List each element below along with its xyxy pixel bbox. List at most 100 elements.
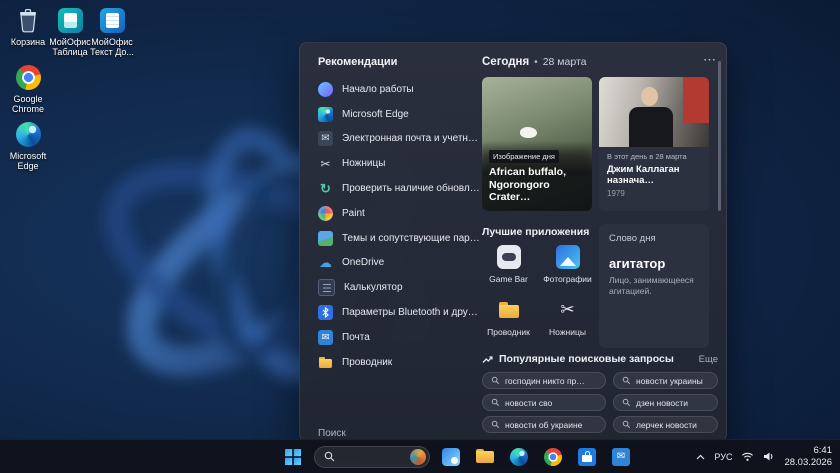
recommendation-item-bluetooth[interactable]: Параметры Bluetooth и другие пара... — [318, 300, 480, 325]
taskbar-icon-widgets[interactable] — [438, 444, 464, 470]
panel-scrollbar[interactable] — [718, 61, 721, 211]
app-label: Фотографии — [543, 274, 592, 284]
today-date: 28 марта — [543, 56, 587, 68]
image-of-day-card[interactable]: Изображение дня African buffalo, Ngorong… — [482, 77, 592, 211]
image-of-day-kicker: Изображение дня — [489, 150, 559, 163]
app-tile-photos[interactable]: Фотографии — [541, 244, 594, 284]
trending-header: Популярные поисковые запросы Еще — [482, 353, 718, 365]
recommendation-item-mail[interactable]: ✉ Почта — [318, 325, 480, 350]
onedrive-icon: ☁ — [318, 255, 333, 270]
recommendation-item-onedrive[interactable]: ☁ OneDrive — [318, 251, 480, 276]
taskbar-icon-file-explorer[interactable] — [472, 444, 498, 470]
trending-chips: господин никто пр… новости украины новос… — [482, 372, 718, 433]
on-this-day-card[interactable]: В этот день в 28 марта Джим Каллаган наз… — [599, 77, 709, 211]
file-explorer-icon — [475, 449, 495, 465]
search-icon — [491, 420, 500, 429]
snipping-tool-icon: ✂ — [318, 156, 333, 171]
recommendation-item-paint[interactable]: Paint — [318, 201, 480, 226]
search-suggestion-chip[interactable]: лерчек новости — [613, 416, 718, 433]
volume-icon[interactable] — [763, 451, 775, 462]
file-explorer-icon — [496, 297, 522, 323]
store-icon — [578, 448, 596, 466]
desktop-icon-google-chrome[interactable]: Google Chrome — [4, 62, 52, 115]
recommendation-item-check-updates[interactable]: ↻ Проверить наличие обновлений — [318, 176, 480, 201]
recommendation-label: Проверить наличие обновлений — [342, 183, 480, 194]
desktop-icon-myoffice-text[interactable]: МойОфис Текст До... — [88, 5, 136, 58]
snipping-tool-icon: ✂ — [555, 297, 581, 323]
chip-label: дзен новости — [636, 398, 688, 408]
taskbar-search-input[interactable] — [314, 446, 430, 468]
photo-shape — [629, 107, 673, 147]
app-tile-snipping-tool[interactable]: ✂ Ножницы — [541, 297, 594, 337]
taskbar-icon-mail[interactable]: ✉ — [608, 444, 634, 470]
chip-label: новости украины — [636, 376, 703, 386]
search-suggestion-chip[interactable]: новости об украине — [482, 416, 606, 433]
file-explorer-icon — [318, 355, 333, 370]
title-line: African buffalo, — [489, 166, 585, 179]
taskbar-icon-microsoft-edge[interactable] — [506, 444, 532, 470]
search-suggestion-chip[interactable]: новости украины — [613, 372, 718, 389]
taskbar-icon-microsoft-store[interactable] — [574, 444, 600, 470]
myoffice-spreadsheet-icon — [46, 5, 94, 35]
top-apps-title: Лучшие приложения — [482, 226, 589, 238]
more-options-icon[interactable]: ⋯ — [703, 52, 716, 68]
app-label: Ножницы — [549, 327, 586, 337]
edge-icon — [510, 448, 528, 466]
language-indicator[interactable]: РУС — [714, 452, 732, 462]
chrome-icon — [4, 62, 52, 92]
taskbar-icon-google-chrome[interactable] — [540, 444, 566, 470]
search-suggestion-chip[interactable]: дзен новости — [613, 394, 718, 411]
today-section: Сегодня • 28 марта ⋯ Изображение дня Afr… — [482, 56, 718, 436]
search-highlight-icon[interactable] — [410, 449, 426, 465]
tray-chevron-up-icon[interactable] — [696, 454, 705, 460]
trending-more-link[interactable]: Еще — [699, 354, 718, 365]
desktop-icon-recycle-bin[interactable]: Корзина — [4, 5, 52, 47]
recommendation-item-themes[interactable]: Темы и сопутствующие параметры — [318, 226, 480, 251]
mail-icon: ✉ — [612, 448, 630, 466]
desktop-icon-label: МойОфис Таблица — [46, 37, 94, 58]
app-tile-game-bar[interactable]: Game Bar — [482, 244, 535, 284]
desktop-icon-microsoft-edge[interactable]: Microsoft Edge — [4, 119, 52, 172]
trending-title: Популярные поисковые запросы — [499, 353, 693, 365]
taskbar-clock[interactable]: 6:41 28.03.2026 — [784, 445, 832, 469]
tray-date: 28.03.2026 — [784, 457, 832, 469]
chrome-icon — [544, 448, 562, 466]
get-started-icon — [318, 82, 333, 97]
recommendation-item-get-started[interactable]: Начало работы — [318, 77, 480, 102]
search-icon — [324, 451, 335, 462]
recommendation-item-snipping-tool[interactable]: ✂ Ножницы — [318, 151, 480, 176]
image-of-day-caption: Изображение дня African buffalo, Ngorong… — [482, 141, 592, 211]
today-title: Сегодня — [482, 56, 529, 68]
taskbar: ✉ РУС 6:41 28.03.2026 — [0, 439, 840, 473]
check-updates-icon: ↻ — [318, 181, 333, 196]
app-tile-file-explorer[interactable]: Проводник — [482, 297, 535, 337]
panel-search-footer[interactable]: Поиск — [318, 428, 346, 439]
bluetooth-icon — [318, 305, 333, 320]
recommendation-item-edge[interactable]: Microsoft Edge — [318, 102, 480, 127]
desktop-icon-label: Google Chrome — [4, 94, 52, 115]
recommendation-label: Paint — [342, 208, 365, 219]
start-button[interactable] — [280, 444, 306, 470]
tray-time: 6:41 — [784, 445, 832, 457]
recommendation-item-email-accounts[interactable]: ✉ Электронная почта и учетные записи — [318, 127, 480, 152]
chip-label: новости об украине — [505, 420, 582, 430]
recommendation-item-calculator[interactable]: Калькулятор — [318, 275, 480, 300]
desktop-icon-myoffice-spreadsheet[interactable]: МойОфис Таблица — [46, 5, 94, 58]
recommendation-label: OneDrive — [342, 257, 384, 268]
word-of-day-card[interactable]: Слово дня агитатор Лицо, занимающееся аг… — [599, 224, 709, 348]
widgets-icon — [442, 448, 460, 466]
recommendation-item-file-explorer[interactable]: Проводник — [318, 350, 480, 375]
today-header: Сегодня • 28 марта ⋯ — [482, 56, 718, 72]
image-of-day-title: African buffalo, Ngorongoro Crater… — [489, 166, 585, 204]
taskbar-center: ✉ — [280, 440, 634, 473]
search-suggestion-chip[interactable]: новости сво — [482, 394, 606, 411]
desktop-icon-label: Корзина — [4, 37, 52, 47]
mail-icon: ✉ — [318, 330, 333, 345]
recycle-bin-icon — [4, 5, 52, 35]
recommendations-title: Рекомендации — [318, 56, 480, 68]
search-suggestion-chip[interactable]: господин никто пр… — [482, 372, 606, 389]
desktop-icon-label: Microsoft Edge — [4, 151, 52, 172]
wifi-icon[interactable] — [741, 451, 754, 462]
search-icon — [622, 376, 631, 385]
recommendation-label: Темы и сопутствующие параметры — [342, 233, 480, 244]
